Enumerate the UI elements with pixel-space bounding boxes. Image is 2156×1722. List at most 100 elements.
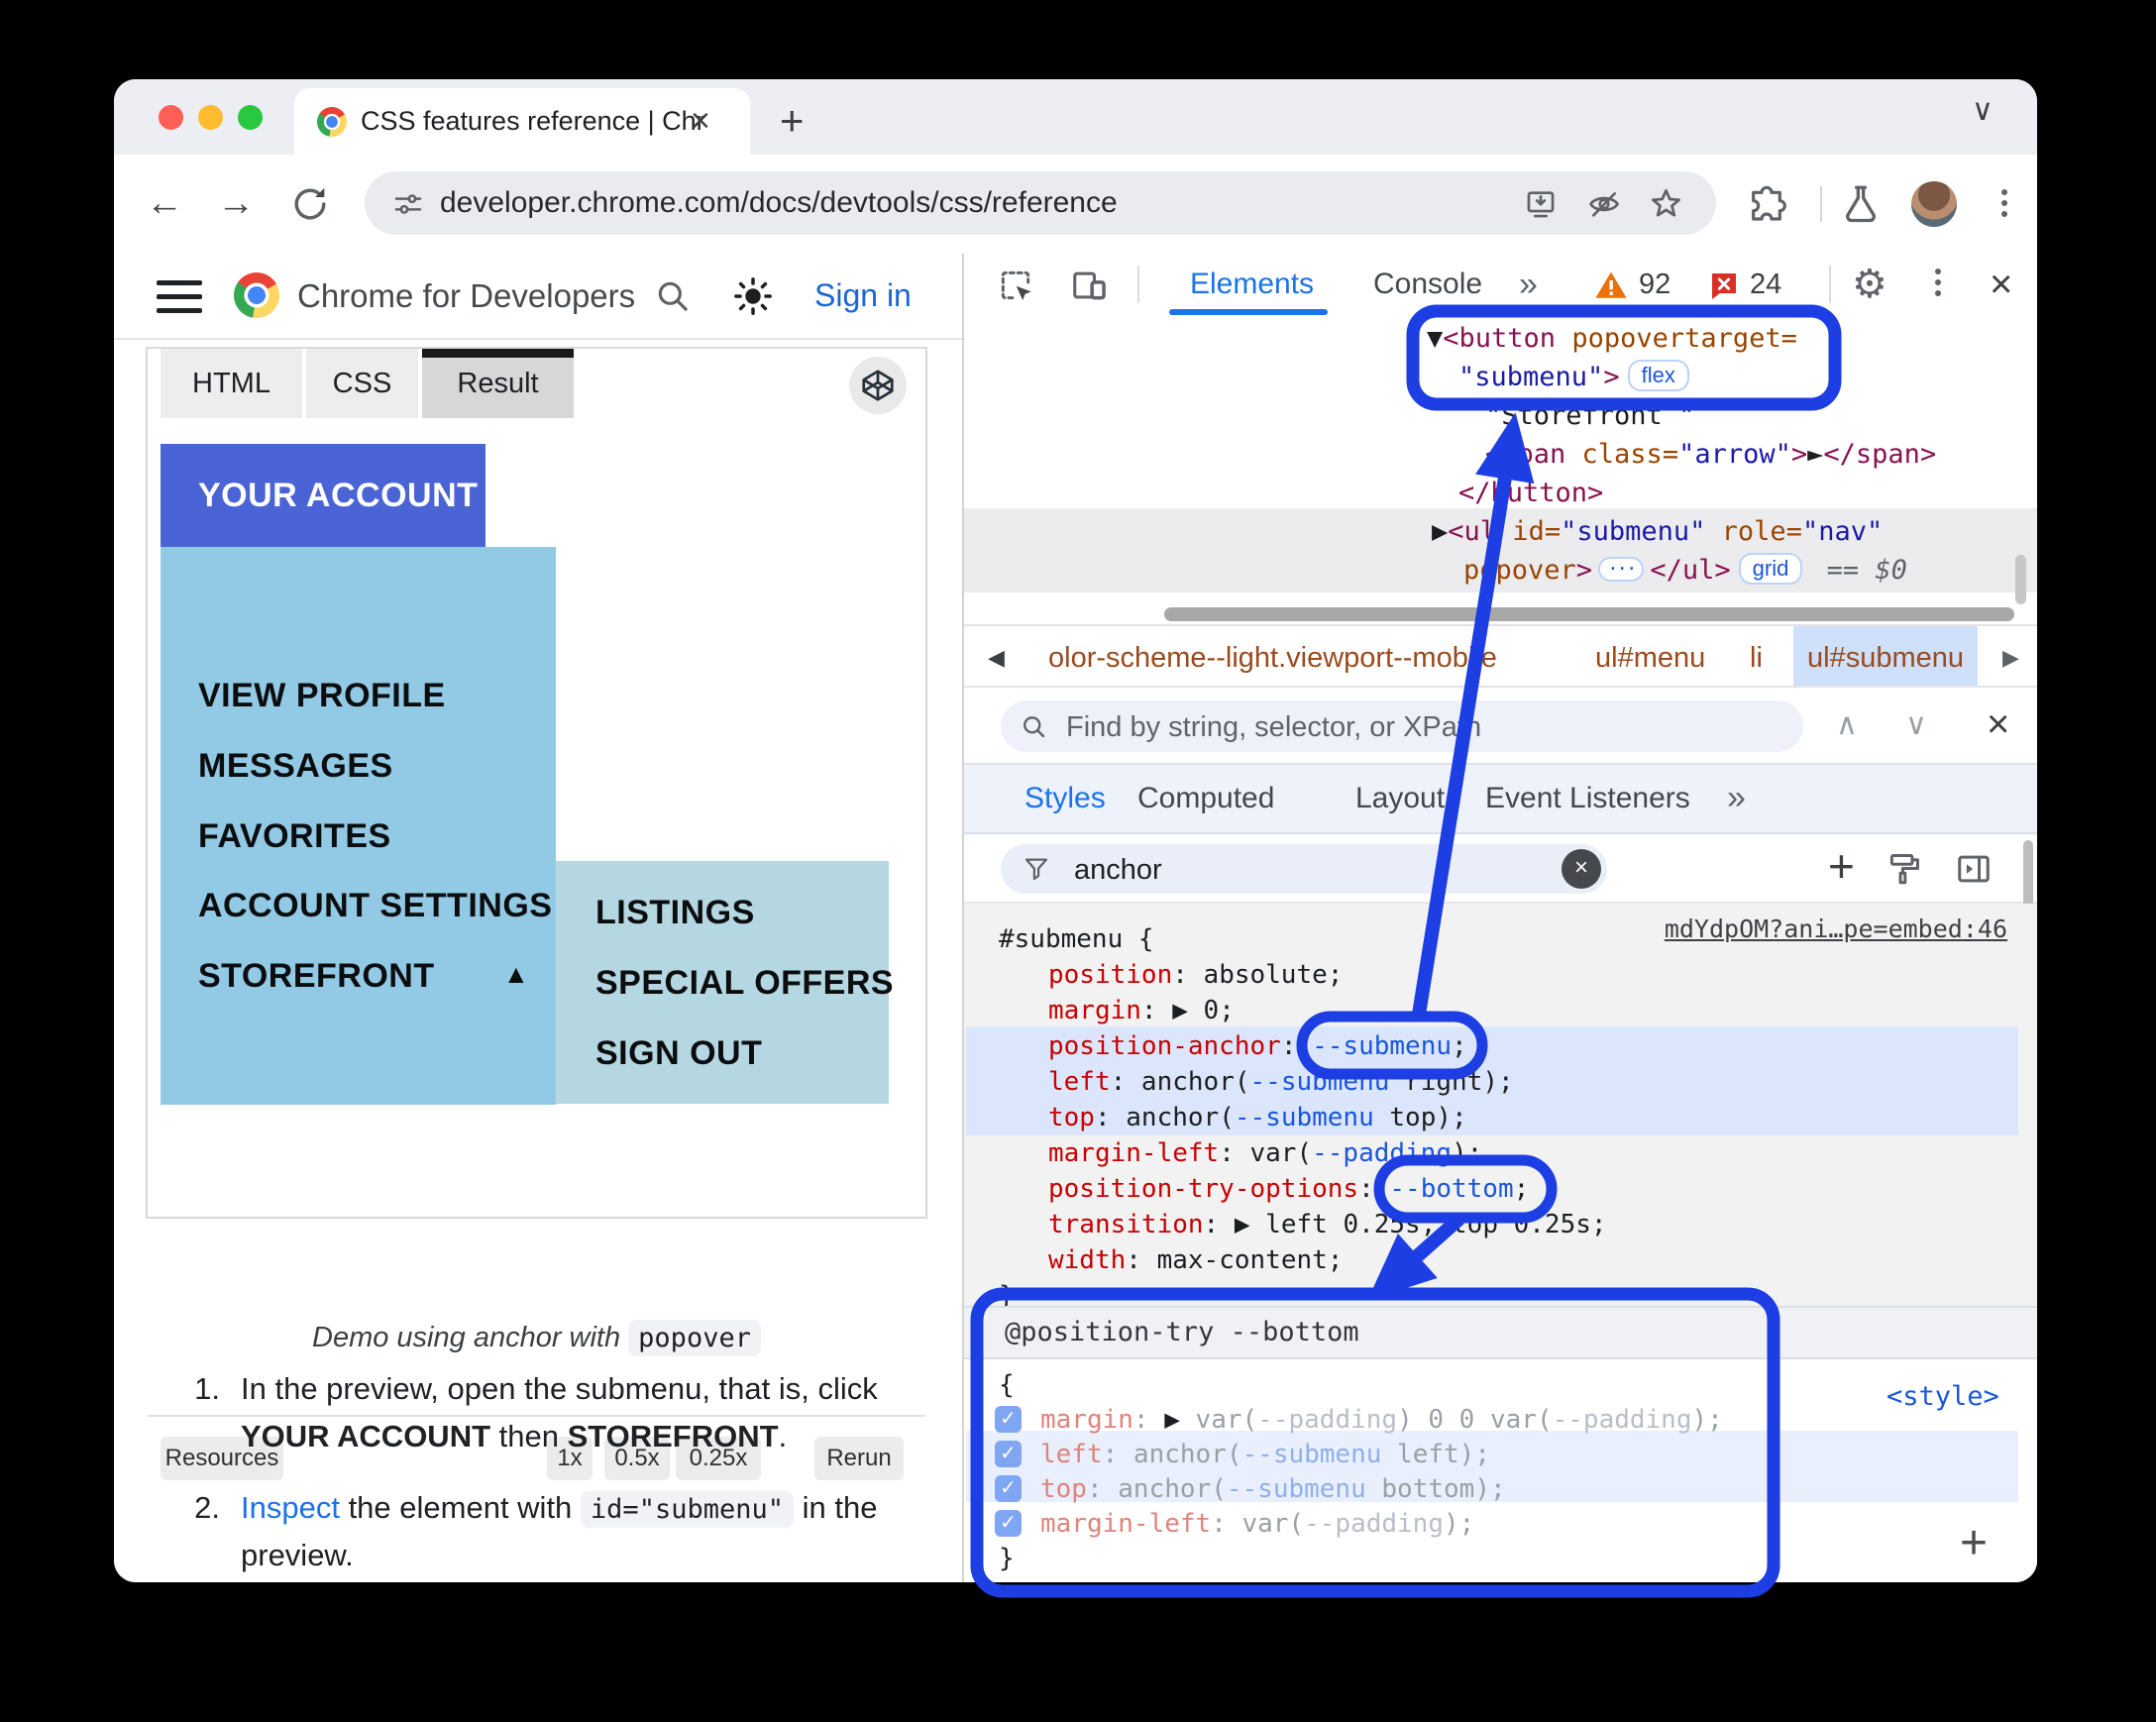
ptry-checkbox-margin-left[interactable]: ✓: [995, 1510, 1022, 1537]
ptry-decl-margin-left[interactable]: margin-left: var(--padding);: [1040, 1506, 1474, 1542]
find-input[interactable]: [1064, 700, 1762, 754]
sidebar-toggle-icon[interactable]: [1955, 850, 1993, 888]
theme-sun-icon[interactable]: [732, 275, 774, 317]
tree-line-button-attr[interactable]: "submenu"> flex: [1458, 358, 1697, 396]
tree-line-button-close[interactable]: </button>: [1458, 474, 1603, 512]
new-style-rule-button[interactable]: +: [1828, 834, 1855, 898]
bookmark-star-icon[interactable]: [1649, 186, 1683, 221]
reload-button[interactable]: [288, 182, 332, 226]
browser-tab[interactable]: CSS features reference | Chr ×: [294, 88, 750, 155]
rule-decl-margin[interactable]: margin: ▶ 0;: [1048, 993, 1235, 1028]
warning-icon[interactable]: [1594, 269, 1628, 302]
close-window-button[interactable]: [159, 105, 183, 130]
extensions-icon[interactable]: [1747, 184, 1786, 224]
filter-input[interactable]: [1072, 844, 1512, 896]
tree-line-span-arrow[interactable]: <span class="arrow">►</span>: [1485, 435, 1936, 474]
site-settings-icon[interactable]: [392, 188, 424, 220]
tab-styles[interactable]: Styles: [1024, 765, 1106, 832]
demo-tab-css[interactable]: CSS: [306, 349, 418, 418]
breadcrumb-item-body[interactable]: olor-scheme--light.viewport--mobile: [1048, 626, 1497, 686]
ptry-decl-top[interactable]: top: anchor(--submenu bottom);: [1040, 1471, 1506, 1507]
find-next-icon[interactable]: ∨: [1905, 688, 1927, 763]
address-bar[interactable]: [365, 171, 1716, 235]
eye-off-icon[interactable]: [1587, 187, 1621, 221]
tab-layout[interactable]: Layout: [1355, 765, 1445, 832]
filter-clear-button[interactable]: ×: [1562, 849, 1601, 889]
labs-flask-icon[interactable]: [1840, 182, 1882, 224]
tree-line-storefront-text[interactable]: "Storefront ": [1485, 396, 1694, 435]
rule-decl-top[interactable]: top: anchor(--submenu top);: [1048, 1100, 1467, 1135]
rule-decl-position-try-options[interactable]: position-try-options: --bottom;: [1048, 1171, 1529, 1207]
tree-line-ul-close[interactable]: popover> ··· </ul> grid == $0: [1463, 551, 1907, 590]
submenu-item-sign-out[interactable]: SIGN OUT: [595, 1034, 762, 1073]
menu-item-storefront[interactable]: STOREFRONT: [198, 957, 435, 996]
tab-console[interactable]: Console: [1373, 254, 1482, 315]
tab-search-icon[interactable]: ∨: [1972, 93, 1994, 128]
menu-item-favorites[interactable]: FAVORITES: [198, 817, 391, 856]
sign-in-link[interactable]: Sign in: [814, 254, 912, 338]
error-icon[interactable]: [1708, 269, 1740, 301]
your-account-button[interactable]: YOUR ACCOUNT: [161, 444, 485, 547]
error-count[interactable]: 24: [1750, 254, 1781, 315]
search-icon[interactable]: [652, 275, 692, 315]
ptry-decl-margin[interactable]: margin: ▶ var(--padding) 0 0 var(--paddi…: [1040, 1402, 1723, 1438]
tree-horizontal-scrollbar[interactable]: [1164, 607, 2014, 621]
submenu-item-listings[interactable]: LISTINGS: [595, 894, 755, 932]
rule-decl-width[interactable]: width: max-content;: [1048, 1242, 1343, 1278]
devtools-menu-icon[interactable]: [1928, 264, 1948, 301]
tab-event-listeners[interactable]: Event Listeners: [1485, 765, 1690, 832]
back-button[interactable]: ←: [146, 183, 183, 223]
rule-decl-position[interactable]: position: absolute;: [1048, 957, 1343, 993]
sidebar-more-tabs-icon[interactable]: »: [1727, 765, 1746, 830]
filter-pill[interactable]: [1001, 844, 1607, 896]
find-close-icon[interactable]: ×: [1987, 688, 2009, 761]
forward-button[interactable]: →: [217, 183, 255, 223]
rendering-paint-icon[interactable]: [1886, 850, 1923, 888]
profile-avatar[interactable]: [1911, 181, 1957, 227]
codepen-button[interactable]: [849, 357, 907, 414]
tab-elements[interactable]: Elements: [1190, 254, 1314, 315]
breadcrumb-scroll-right-icon[interactable]: ▶: [2002, 626, 2019, 686]
style-tag-link[interactable]: <style>: [1886, 1381, 1999, 1412]
more-tabs-icon[interactable]: »: [1519, 254, 1538, 315]
ptry-checkbox-margin[interactable]: ✓: [995, 1406, 1022, 1433]
inspect-element-icon[interactable]: [997, 267, 1034, 304]
rule-decl-left[interactable]: left: anchor(--submenu right);: [1048, 1064, 1514, 1100]
breadcrumb-scroll-left-icon[interactable]: ◀: [988, 626, 1005, 686]
rerun-button[interactable]: Rerun: [814, 1437, 904, 1480]
demo-tab-html[interactable]: HTML: [161, 349, 302, 418]
demo-tab-result[interactable]: Result: [422, 349, 574, 418]
site-title[interactable]: Chrome for Developers: [297, 254, 635, 338]
add-declaration-button[interactable]: +: [1960, 1516, 1988, 1570]
breadcrumb-item-ul-menu[interactable]: ul#menu: [1595, 626, 1705, 686]
submenu-item-special-offers[interactable]: SPECIAL OFFERS: [595, 964, 894, 1003]
maximize-window-button[interactable]: [238, 105, 263, 130]
url-input[interactable]: [440, 171, 1510, 235]
find-input-pill[interactable]: [1001, 700, 1803, 754]
new-tab-button[interactable]: +: [780, 87, 805, 154]
ptry-open-brace[interactable]: {: [999, 1367, 1015, 1403]
warning-count[interactable]: 92: [1639, 254, 1671, 315]
rule-decl-position-anchor[interactable]: position-anchor: --submenu;: [1048, 1028, 1467, 1064]
menu-item-messages[interactable]: MESSAGES: [198, 747, 393, 786]
install-icon[interactable]: [1524, 187, 1558, 221]
rule-source-link[interactable]: mdYdpOM?ani…pe=embed:46: [1665, 915, 2007, 943]
minimize-window-button[interactable]: [198, 105, 223, 130]
device-toolbar-icon[interactable]: [1070, 267, 1108, 304]
position-try-header-label[interactable]: @position-try --bottom: [1005, 1308, 1359, 1357]
settings-gear-icon[interactable]: ⚙: [1852, 254, 1887, 315]
ptry-decl-left[interactable]: left: anchor(--submenu left);: [1040, 1437, 1490, 1472]
ptry-checkbox-top[interactable]: ✓: [995, 1475, 1022, 1502]
tree-line-button-open[interactable]: ▼<button popovertarget=: [1427, 319, 1797, 358]
breadcrumb-item-ul-submenu[interactable]: ul#submenu: [1807, 626, 1964, 686]
tab-computed[interactable]: Computed: [1137, 765, 1274, 832]
tree-vertical-scrollbar[interactable]: [2015, 555, 2026, 604]
rule-selector-line[interactable]: #submenu {: [999, 921, 1154, 957]
breadcrumb-item-li[interactable]: li: [1750, 626, 1763, 686]
tab-close-icon[interactable]: ×: [691, 88, 710, 155]
find-previous-icon[interactable]: ∧: [1836, 688, 1858, 763]
menu-item-view-profile[interactable]: VIEW PROFILE: [198, 677, 446, 715]
tree-line-ul-open[interactable]: ▶<ul id="submenu" role="nav": [1432, 512, 1883, 551]
devtools-close-icon[interactable]: ×: [1990, 254, 2012, 315]
rule-decl-margin-left[interactable]: margin-left: var(--padding);: [1048, 1135, 1482, 1171]
